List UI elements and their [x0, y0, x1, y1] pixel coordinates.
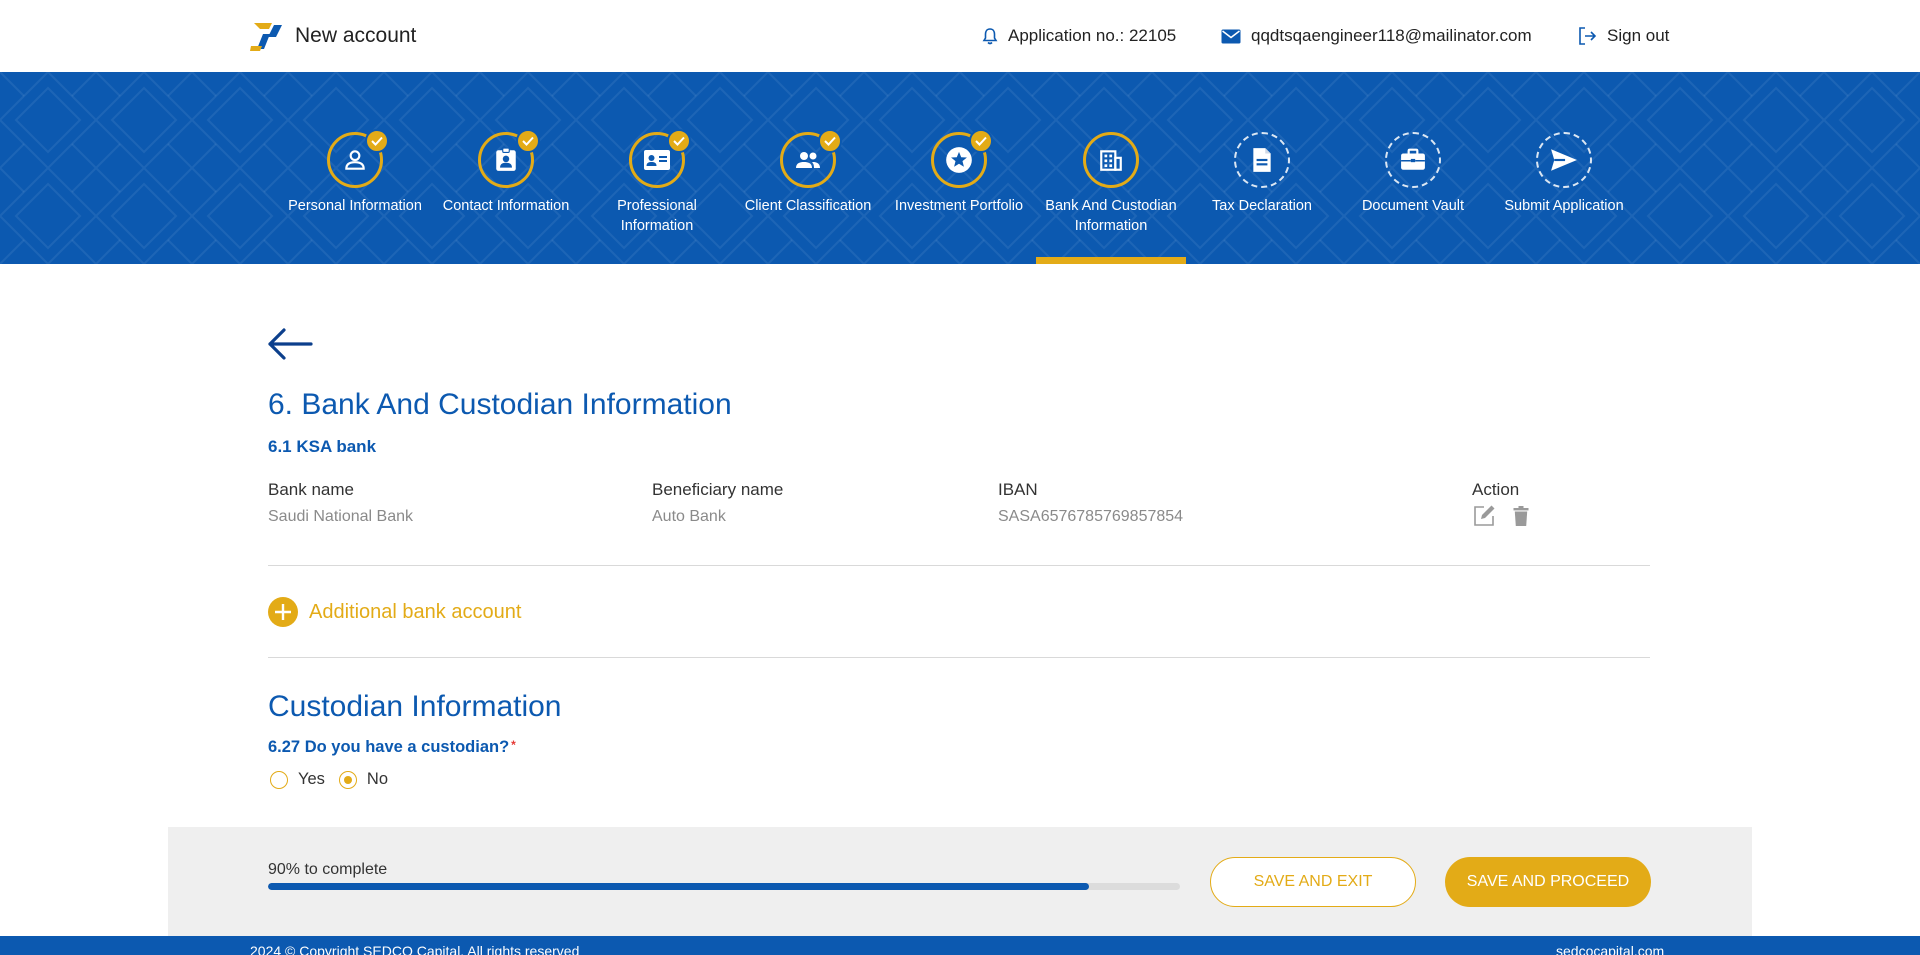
column-header-action: Action — [1472, 480, 1520, 499]
progress-bar-fill — [268, 883, 1089, 890]
copyright-text: 2024 © Copyright SEDCO Capital. All righ… — [250, 943, 580, 955]
form-action-panel: 90% to complete SAVE AND EXIT SAVE AND P… — [168, 827, 1752, 937]
radio-selected-dot — [343, 775, 352, 784]
application-number-text: Application no.: 22105 — [1008, 26, 1177, 45]
radio-yes-label: Yes — [298, 770, 325, 788]
briefcase-icon — [1401, 148, 1425, 170]
bank-building-icon — [1100, 150, 1122, 171]
contact-badge-icon — [496, 147, 516, 171]
step-circle — [1536, 132, 1592, 188]
add-bank-account-label: Additional bank account — [309, 600, 522, 623]
section-title: 6. Bank And Custodian Information — [268, 388, 732, 421]
column-header-bank-name: Bank name — [268, 480, 354, 499]
step-document-vault[interactable]: Document Vault — [1338, 72, 1488, 264]
bank-name-value: Saudi National Bank — [268, 508, 413, 525]
edit-icon[interactable] — [1472, 504, 1496, 528]
beneficiary-name-value: Auto Bank — [652, 508, 726, 525]
document-icon — [1253, 148, 1271, 172]
mail-icon — [1221, 29, 1241, 43]
step-bank-and-custodian-information[interactable]: Bank And Custodian Information — [1036, 72, 1186, 264]
step-client-classification[interactable]: Client Classification — [733, 72, 883, 264]
progress-label: 90% to complete — [268, 861, 388, 878]
iban-value: SASA6576785769857854 — [998, 508, 1184, 525]
step-circle — [1385, 132, 1441, 188]
user-email: qqdtsqaengineer118@mailinator.com — [1221, 26, 1532, 46]
user-email-text: qqdtsqaengineer118@mailinator.com — [1251, 26, 1532, 45]
radio-no-label: No — [366, 770, 389, 788]
step-label: Professional Information — [617, 198, 697, 234]
divider — [268, 565, 1650, 566]
step-label: Bank And Custodian Information — [1045, 198, 1177, 234]
step-tax-declaration[interactable]: Tax Declaration — [1187, 72, 1337, 264]
step-investment-portfolio[interactable]: Investment Portfolio — [884, 72, 1034, 264]
send-icon — [1551, 149, 1577, 171]
back-arrow-icon[interactable] — [267, 327, 313, 361]
id-card-icon — [644, 150, 670, 170]
page-footer: 2024 © Copyright SEDCO Capital. All righ… — [0, 936, 1920, 955]
logout-icon — [1579, 27, 1597, 45]
check-icon — [365, 129, 389, 153]
check-icon — [516, 129, 540, 153]
step-label: Personal Information — [288, 198, 422, 214]
step-label: Submit Application — [1504, 198, 1624, 214]
save-and-exit-button[interactable]: SAVE AND EXIT — [1210, 857, 1416, 907]
save-and-proceed-button[interactable]: SAVE AND PROCEED — [1445, 857, 1651, 907]
website-link[interactable]: sedcocapital.com — [1556, 943, 1664, 955]
top-header: New account Application no.: 22105 qqdts… — [0, 0, 1920, 72]
subsection-title: 6.1 KSA bank — [268, 437, 377, 456]
group-icon — [796, 152, 820, 168]
trash-icon[interactable] — [1513, 506, 1529, 526]
step-label: Document Vault — [1361, 198, 1465, 214]
radio-no[interactable] — [338, 770, 357, 789]
step-circle — [1234, 132, 1290, 188]
step-circle — [1083, 132, 1139, 188]
step-professional-information[interactable]: Professional Information — [582, 72, 732, 264]
progress-stepper: Personal Information Contact Information — [0, 72, 1920, 264]
column-header-beneficiary-name: Beneficiary name — [652, 480, 784, 499]
step-submit-application[interactable]: Submit Application — [1489, 72, 1639, 264]
app-title: New account — [295, 24, 417, 47]
current-step-indicator — [1036, 257, 1186, 264]
sedco-logo-icon — [250, 23, 282, 51]
column-header-iban: IBAN — [998, 480, 1038, 499]
step-label: Tax Declaration — [1212, 198, 1312, 214]
add-bank-account-button[interactable]: Additional bank account — [268, 597, 521, 627]
divider — [268, 657, 1650, 658]
progress-bar — [268, 883, 1180, 890]
radio-yes[interactable] — [270, 770, 288, 789]
required-marker: * — [511, 738, 516, 752]
star-icon — [946, 147, 972, 173]
custodian-radio-group: Yes No — [270, 770, 388, 789]
custodian-section-title: Custodian Information — [268, 690, 562, 723]
check-icon — [818, 129, 842, 153]
radio-option-yes[interactable]: Yes — [270, 770, 325, 789]
step-label: Investment Portfolio — [894, 198, 1024, 214]
step-label: Client Classification — [744, 198, 872, 214]
sign-out-label: Sign out — [1607, 26, 1670, 45]
check-icon — [969, 129, 993, 153]
step-contact-information[interactable]: Contact Information — [431, 72, 581, 264]
custodian-question: 6.27 Do you have a custodian? * — [268, 738, 516, 757]
application-number: Application no.: 22105 — [982, 26, 1176, 46]
sign-out-link[interactable]: Sign out — [1577, 26, 1669, 46]
step-label: Contact Information — [442, 198, 570, 214]
plus-circle-icon — [268, 597, 298, 627]
person-icon — [345, 150, 365, 170]
radio-option-no[interactable]: No — [338, 770, 389, 789]
check-icon — [667, 129, 691, 153]
bell-icon — [982, 28, 998, 45]
step-personal-information[interactable]: Personal Information — [280, 72, 430, 264]
custodian-question-text: 6.27 Do you have a custodian? — [268, 738, 510, 756]
